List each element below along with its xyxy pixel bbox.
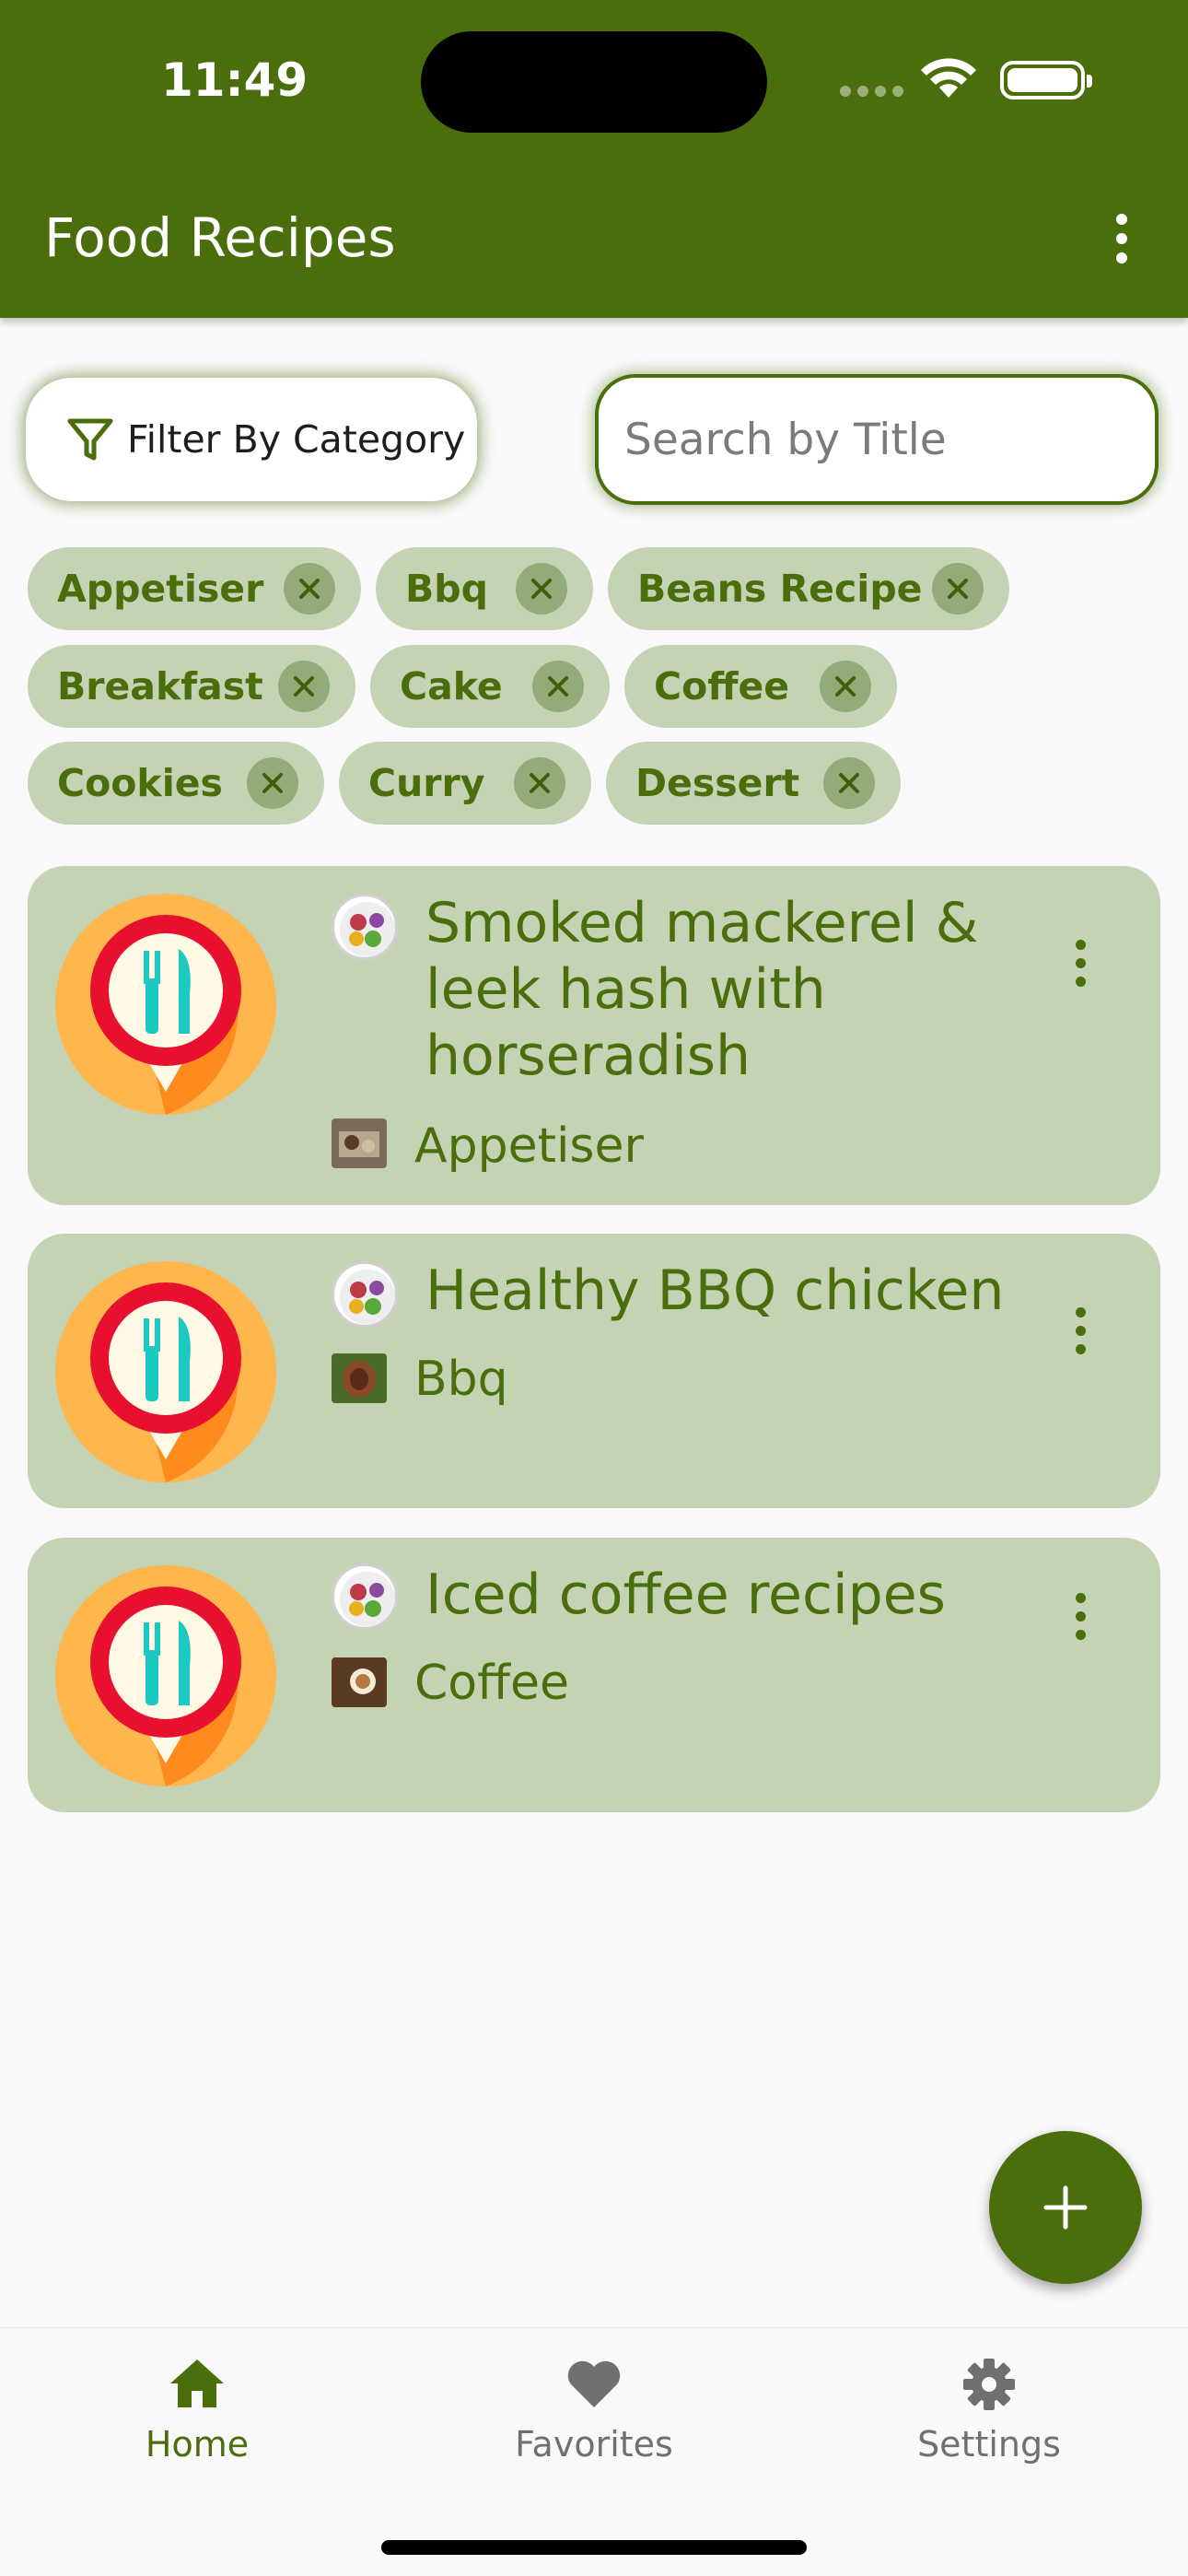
category-chip[interactable]: Coffee (624, 645, 897, 728)
category-chip[interactable]: Cookies (28, 742, 324, 825)
wifi-icon (921, 58, 976, 98)
recipe-category: Appetiser (414, 1118, 644, 1174)
nav-settings[interactable]: Settings (869, 2354, 1109, 2465)
overflow-menu-icon[interactable] (1105, 214, 1138, 265)
category-thumbnail (332, 1353, 387, 1403)
more-vert-icon[interactable] (1066, 1593, 1094, 1648)
chip-label: Beans Recipe (637, 567, 923, 611)
cellular-signal-icon (840, 86, 903, 97)
recipe-card[interactable]: Iced coffee recipes Coffee (28, 1538, 1160, 1812)
chip-label: Curry (368, 761, 485, 805)
battery-icon (1000, 61, 1092, 100)
chip-remove-icon[interactable] (514, 757, 565, 809)
home-icon (170, 2359, 224, 2407)
author-avatar (332, 1261, 398, 1328)
home-indicator (381, 2540, 807, 2555)
recipe-title: Smoked mackerel & leek hash with horsera… (425, 891, 979, 1088)
bottom-navigation: Home Favorites Settings (0, 2327, 1188, 2576)
category-chip[interactable]: Appetiser (28, 547, 361, 630)
category-chip[interactable]: Breakfast (28, 645, 355, 728)
chip-label: Dessert (635, 761, 800, 805)
chip-label: Breakfast (57, 664, 263, 708)
page-title: Food Recipes (44, 206, 396, 269)
chip-remove-icon[interactable] (278, 661, 330, 712)
chip-remove-icon[interactable] (932, 563, 984, 615)
chip-remove-icon[interactable] (284, 563, 335, 615)
category-chip[interactable]: Curry (339, 742, 591, 825)
category-thumbnail (332, 1118, 387, 1168)
restaurant-logo-icon (55, 1565, 276, 1786)
filter-icon (67, 418, 113, 461)
nav-favorites-label: Favorites (515, 2424, 673, 2465)
chip-remove-icon[interactable] (516, 563, 567, 615)
recipe-title: Iced coffee recipes (425, 1563, 946, 1627)
filter-label: Filter By Category (127, 417, 466, 462)
restaurant-logo-icon (55, 894, 276, 1115)
recipe-title: Healthy BBQ chicken (425, 1259, 1005, 1323)
chip-remove-icon[interactable] (823, 757, 875, 809)
recipe-card[interactable]: Smoked mackerel & leek hash with horsera… (28, 866, 1160, 1205)
chip-label: Bbq (405, 567, 488, 611)
recipe-category: Bbq (414, 1352, 508, 1407)
add-recipe-button[interactable] (989, 2131, 1142, 2284)
category-chip[interactable]: Bbq (376, 547, 593, 630)
chip-label: Cookies (57, 761, 223, 805)
chip-remove-icon[interactable] (820, 661, 871, 712)
recipe-category: Coffee (414, 1656, 569, 1711)
dynamic-island (421, 31, 767, 133)
category-thumbnail (332, 1657, 387, 1707)
nav-favorites[interactable]: Favorites (474, 2354, 714, 2465)
category-chip[interactable]: Cake (370, 645, 610, 728)
chip-label: Coffee (654, 664, 790, 708)
restaurant-logo-icon (55, 1261, 276, 1482)
chip-remove-icon[interactable] (247, 757, 298, 809)
app-bar: 11:49 Food Recipes (0, 0, 1188, 318)
nav-settings-label: Settings (917, 2424, 1061, 2465)
nav-home-label: Home (145, 2424, 250, 2465)
gear-icon (963, 2359, 1015, 2410)
status-time: 11:49 (161, 53, 309, 107)
chip-label: Appetiser (57, 567, 264, 611)
author-avatar (332, 1563, 398, 1630)
nav-home[interactable]: Home (77, 2354, 317, 2465)
author-avatar (332, 894, 398, 960)
heart-icon (567, 2360, 621, 2407)
chip-remove-icon[interactable] (532, 661, 584, 712)
search-field (595, 374, 1166, 505)
more-vert-icon[interactable] (1066, 1307, 1094, 1363)
category-chip[interactable]: Beans Recipe (608, 547, 1009, 630)
plus-icon (1043, 2185, 1088, 2230)
chip-label: Cake (400, 664, 503, 708)
category-chip[interactable]: Dessert (606, 742, 901, 825)
filter-by-category-button[interactable]: Filter By Category (26, 378, 477, 501)
more-vert-icon[interactable] (1066, 940, 1094, 995)
recipe-card[interactable]: Healthy BBQ chicken Bbq (28, 1234, 1160, 1508)
search-input[interactable] (624, 414, 1166, 465)
